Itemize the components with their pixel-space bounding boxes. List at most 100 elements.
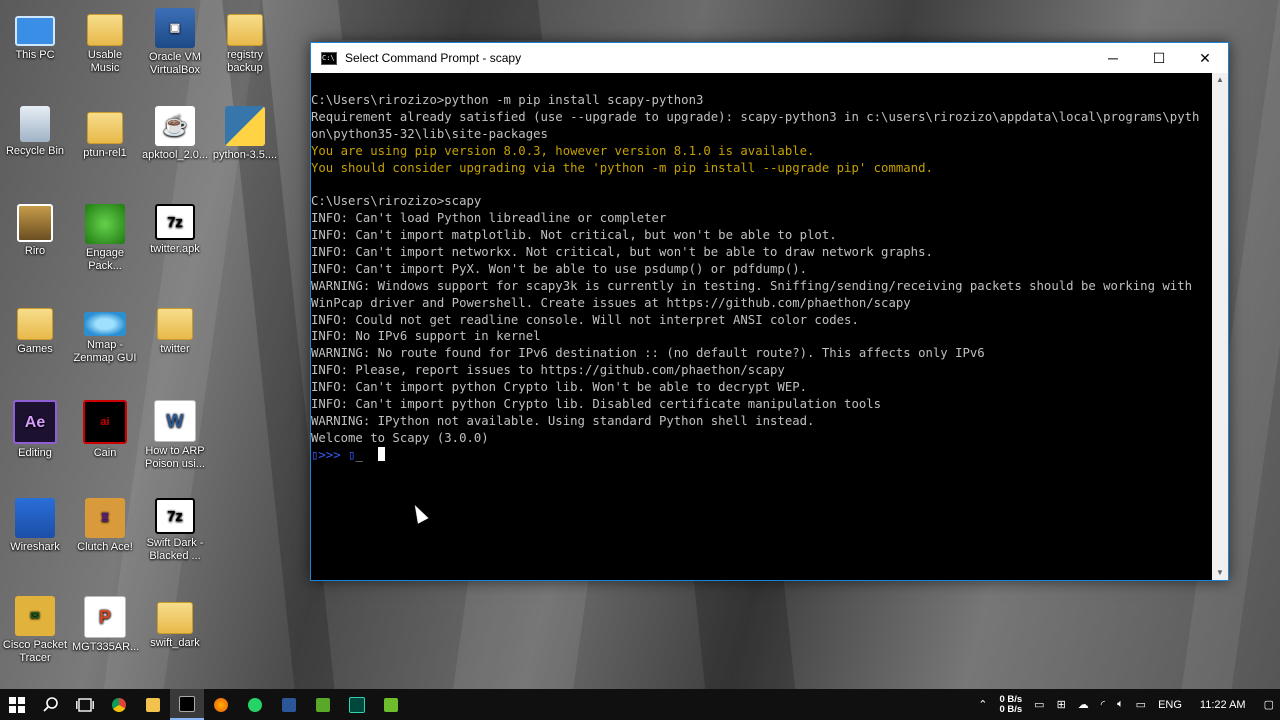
wireshark-icon: [15, 498, 55, 538]
console-prompt-line[interactable]: ▯>>> ▯_: [311, 446, 1212, 464]
desktop-icon-label: registry backup: [226, 49, 264, 74]
background-shadow: [693, 580, 797, 700]
desktop-icon-games[interactable]: Games: [2, 302, 68, 356]
desktop-icon-registry-backup[interactable]: registry backup: [212, 8, 278, 75]
desktop-icon-swift-dark-blacked[interactable]: 7z Swift Dark - Blacked ...: [142, 498, 208, 563]
windows-start-icon[interactable]: [0, 689, 34, 720]
cain-icon: ai: [83, 400, 127, 444]
desktop-icon-how-to-arp[interactable]: W How to ARP Poison usi...: [142, 400, 208, 471]
desktop-icon-clutch-ace[interactable]: ♜ Clutch Ace!: [72, 498, 138, 554]
battery-icon[interactable]: ▭: [1130, 698, 1152, 711]
desktop-icon-cain[interactable]: ai Cain: [72, 400, 138, 460]
cisco-icon: ✉: [15, 596, 55, 636]
camtasia-icon[interactable]: [306, 689, 340, 720]
console-line: INFO: Can't import python Crypto lib. Di…: [311, 397, 882, 412]
desktop-icon-label: apktool_2.0...: [142, 149, 209, 161]
whatsapp-icon[interactable]: [238, 689, 272, 720]
command-prompt-taskbar-icon[interactable]: [170, 689, 204, 720]
desktop-icon-label: swift_dark: [150, 637, 200, 649]
console-line: C:\Users\rirozizo>scapy: [311, 194, 482, 209]
minimize-button[interactable]: ─: [1090, 43, 1136, 73]
desktop-icon-label: Recycle Bin: [5, 145, 65, 157]
console-output[interactable]: C:\Users\rirozizo>python -m pip install …: [311, 73, 1212, 580]
desktop-icon-twitter[interactable]: twitter: [142, 302, 208, 356]
after-effects-icon: Ae: [13, 400, 57, 444]
vertical-scrollbar[interactable]: ▲ ▼: [1212, 73, 1228, 580]
close-button[interactable]: ✕: [1182, 43, 1228, 73]
command-prompt-icon: C:\: [321, 51, 337, 65]
desktop-icon-label: Oracle VM VirtualBox: [149, 51, 201, 76]
folder-icon: [87, 112, 123, 144]
wifi-icon[interactable]: ◜: [1095, 698, 1111, 711]
console-line: You are using pip version 8.0.3, however…: [311, 143, 815, 158]
console-line: on\python35-32\lib\site-packages: [311, 126, 548, 141]
firefox-icon[interactable]: [204, 689, 238, 720]
action-center-icon[interactable]: ▢: [1258, 698, 1280, 711]
computer-icon: [15, 16, 55, 46]
network-speed: 0 B/s 0 B/s: [993, 694, 1028, 715]
desktop-icon-python[interactable]: python-3.5....: [212, 106, 278, 162]
folder-icon: [87, 14, 123, 46]
desktop-icon-apktool[interactable]: ☕ apktool_2.0...: [142, 106, 208, 162]
clock[interactable]: 11:22 AM: [1188, 699, 1258, 711]
folder-icon: [157, 308, 193, 340]
desktop-icon-this-pc[interactable]: This PC: [2, 8, 68, 62]
desktop-icon-label: This PC: [15, 49, 55, 61]
desktop-icon-mgt335ar[interactable]: P MGT335AR...: [72, 596, 139, 654]
powerpoint-icon: P: [84, 596, 126, 638]
desktop-icon-nmap[interactable]: Nmap - Zenmap GUI: [72, 302, 138, 365]
desktop-icon-swift-dark[interactable]: swift_dark: [142, 596, 208, 650]
chrome-icon[interactable]: [102, 689, 136, 720]
cloud-icon[interactable]: ☁: [1072, 698, 1095, 711]
system-tray: ⌃ 0 B/s 0 B/s ▭ ⊞ ☁ ◜ 🔈︎ ▭ ENG 11:22 AM …: [972, 689, 1280, 720]
scroll-up-icon[interactable]: ▲: [1212, 73, 1228, 87]
file-explorer-icon[interactable]: [136, 689, 170, 720]
desktop-icon-label: twitter.apk: [150, 243, 200, 255]
console-line: WARNING: IPython not available. Using st…: [311, 413, 815, 428]
desktop-icon-label: Clutch Ace!: [77, 541, 133, 553]
desktop-icon-twitter-apk[interactable]: 7z twitter.apk: [142, 204, 208, 256]
command-prompt-window[interactable]: C:\ Select Command Prompt - scapy ─ ☐ ✕ …: [310, 42, 1229, 581]
chevron-up-icon[interactable]: ⌃: [972, 698, 993, 711]
7zip-icon: 7z: [155, 204, 195, 240]
console-line: WinPcap driver and Powershell. Create is…: [311, 295, 911, 310]
maximize-button[interactable]: ☐: [1136, 43, 1182, 73]
text-cursor-icon: _: [355, 447, 363, 462]
desktop-icon-cisco-packet-tracer[interactable]: ✉ Cisco Packet Tracer: [2, 596, 68, 665]
desktop-icon-riro[interactable]: Riro: [2, 204, 68, 258]
title-bar[interactable]: C:\ Select Command Prompt - scapy ─ ☐ ✕: [311, 43, 1228, 73]
console-line: INFO: Can't load Python libreadline or c…: [311, 211, 667, 226]
download-speed: 0 B/s: [999, 703, 1023, 715]
desktop-icon-ptun-rel1[interactable]: ptun-rel1: [72, 106, 138, 160]
desktop-icon-label: Swift Dark - Blacked ...: [146, 537, 204, 562]
desktop-icon-recycle-bin[interactable]: Recycle Bin: [2, 106, 68, 158]
desktop-icon-virtualbox[interactable]: ▣ Oracle VM VirtualBox: [142, 8, 208, 77]
python-icon: [225, 106, 265, 146]
desktop-icon-label: Editing: [18, 447, 52, 459]
desktop-icon-usable-music[interactable]: Usable Music: [72, 8, 138, 75]
desktop-icon-label: Wireshark: [10, 541, 60, 553]
task-view-icon[interactable]: [68, 689, 102, 720]
window-title: Select Command Prompt - scapy: [345, 51, 522, 65]
console-line: INFO: Can't import python Crypto lib. Wo…: [311, 380, 808, 395]
desktop-icon-wireshark[interactable]: Wireshark: [2, 498, 68, 554]
virtualbox-icon: ▣: [155, 8, 195, 48]
language-indicator[interactable]: ENG: [1152, 699, 1188, 711]
taskbar: ⌃ 0 B/s 0 B/s ▭ ⊞ ☁ ◜ 🔈︎ ▭ ENG 11:22 AM …: [0, 689, 1280, 720]
desktop-icon-engage-pack[interactable]: Engage Pack...: [72, 204, 138, 273]
keyboard-icon[interactable]: ▭: [1028, 698, 1050, 711]
java-icon: ☕: [155, 106, 195, 146]
scroll-down-icon[interactable]: ▼: [1212, 566, 1228, 580]
ethernet-icon[interactable]: ⊞: [1051, 698, 1072, 711]
word-doc-icon: W: [154, 400, 196, 442]
search-icon[interactable]: [34, 689, 68, 720]
folder-icon: [227, 14, 263, 46]
block-cursor-icon: [377, 446, 385, 461]
desktop-icon-editing[interactable]: Ae Editing: [2, 400, 68, 460]
clutch-icon: ♜: [85, 498, 125, 538]
word-icon[interactable]: [272, 689, 306, 720]
camtasia-recorder-icon[interactable]: [374, 689, 408, 720]
audition-icon[interactable]: [340, 689, 374, 720]
volume-icon[interactable]: 🔈︎: [1111, 698, 1130, 711]
console-line: C:\Users\rirozizo>python -m pip install …: [311, 93, 704, 107]
